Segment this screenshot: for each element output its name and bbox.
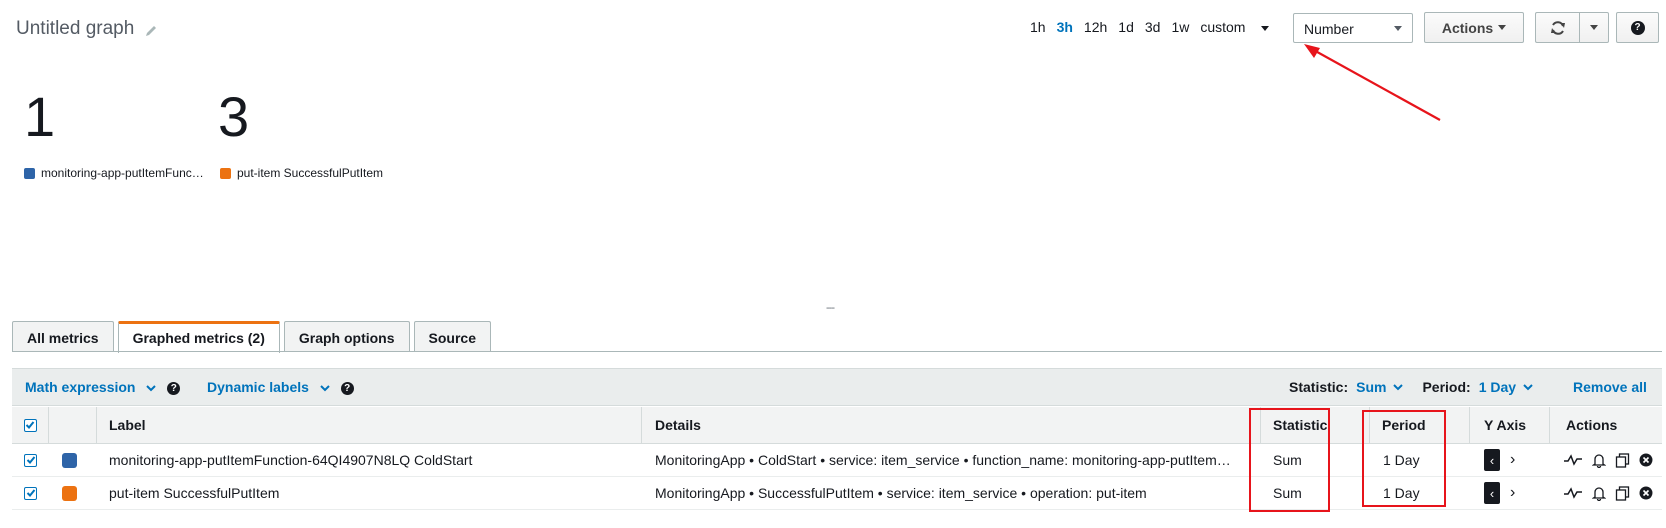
remove-all-link[interactable]: Remove all bbox=[1573, 379, 1647, 395]
question-icon: ? bbox=[1630, 20, 1645, 35]
annotation-box-period bbox=[1362, 410, 1446, 507]
actions-label: Actions bbox=[1441, 19, 1494, 36]
metric-value: 1 bbox=[24, 85, 56, 148]
tab-all-metrics[interactable]: All metrics bbox=[12, 321, 114, 352]
y-axis-left-button[interactable]: ‹ bbox=[1484, 482, 1500, 504]
actions-column-header: Actions bbox=[1566, 417, 1618, 433]
pencil-icon[interactable] bbox=[144, 24, 158, 38]
row-color-cell bbox=[62, 444, 77, 476]
row-y-axis: ‹ › bbox=[1484, 444, 1515, 476]
details-column-header[interactable]: Details bbox=[642, 407, 1261, 443]
chevron-down-icon bbox=[320, 385, 330, 392]
y-axis-column-header: Y Axis bbox=[1470, 407, 1550, 443]
time-range-3h[interactable]: 3h bbox=[1057, 19, 1073, 35]
color-column-header bbox=[49, 407, 97, 443]
copy-icon[interactable] bbox=[1615, 485, 1630, 501]
y-axis-right-button[interactable]: › bbox=[1510, 484, 1515, 502]
help-button[interactable]: ? bbox=[1616, 12, 1659, 43]
row-details: MonitoringApp • ColdStart • service: ite… bbox=[655, 452, 1231, 468]
row-label[interactable]: put-item SuccessfulPutItem bbox=[109, 477, 634, 509]
dynamic-labels-dropdown[interactable]: Dynamic labels ? bbox=[207, 379, 354, 395]
y-axis-right-button[interactable]: › bbox=[1510, 451, 1515, 469]
check-icon bbox=[26, 456, 35, 464]
time-range-1d[interactable]: 1d bbox=[1118, 19, 1134, 35]
caret-down-icon bbox=[1498, 25, 1507, 30]
row-actions bbox=[1563, 444, 1653, 476]
select-all-cell bbox=[12, 407, 49, 443]
copy-icon[interactable] bbox=[1615, 452, 1630, 468]
row-checkbox-cell bbox=[24, 444, 37, 476]
select-all-checkbox[interactable] bbox=[23, 418, 37, 432]
time-range-12h[interactable]: 12h bbox=[1084, 19, 1107, 35]
metrics-toolbar: Math expression ? Dynamic labels ? Stati… bbox=[12, 368, 1662, 406]
check-icon bbox=[25, 421, 35, 429]
caret-down-icon bbox=[1394, 26, 1402, 31]
math-expression-label: Math expression bbox=[25, 379, 136, 395]
row-details: MonitoringApp • SuccessfulPutItem • serv… bbox=[655, 485, 1147, 501]
legend-color-swatch bbox=[24, 167, 35, 179]
statistic-selector: Statistic: Sum Period: 1 Day bbox=[1289, 379, 1534, 395]
period-label: Period: bbox=[1422, 379, 1471, 395]
y-axis-left-button[interactable]: ‹ bbox=[1484, 449, 1500, 471]
view-type-select[interactable]: Number bbox=[1293, 13, 1413, 43]
refresh-icon bbox=[1551, 20, 1565, 35]
bell-icon[interactable] bbox=[1592, 453, 1606, 468]
time-range-3d[interactable]: 3d bbox=[1145, 19, 1161, 35]
row-y-axis: ‹ › bbox=[1484, 477, 1515, 509]
chevron-down-icon bbox=[146, 385, 157, 392]
remove-icon[interactable] bbox=[1639, 486, 1653, 500]
label-column-header[interactable]: Label bbox=[97, 407, 642, 443]
annotation-arrow bbox=[1304, 44, 1441, 121]
actions-button[interactable]: Actions bbox=[1424, 12, 1524, 43]
row-color-cell bbox=[62, 477, 77, 509]
graph-icon[interactable] bbox=[1563, 486, 1583, 500]
row-checkbox[interactable] bbox=[24, 486, 37, 500]
period-dropdown[interactable]: 1 Day bbox=[1479, 379, 1516, 395]
resize-handle[interactable]: --- bbox=[826, 302, 835, 314]
time-range-selector: 1h 3h 12h 1d 3d 1w custom bbox=[1030, 19, 1280, 35]
graph-title: Untitled graph bbox=[16, 18, 135, 39]
bell-icon[interactable] bbox=[1592, 486, 1606, 501]
tab-graph-options[interactable]: Graph options bbox=[283, 321, 410, 352]
row-checkbox[interactable] bbox=[24, 453, 37, 467]
time-range-1w[interactable]: 1w bbox=[1171, 19, 1189, 35]
statistic-label: Statistic: bbox=[1289, 379, 1349, 395]
tab-bar: All metrics Graphed metrics (2) Graph op… bbox=[12, 321, 495, 353]
legend-label: put-item SuccessfulPutItem bbox=[237, 166, 384, 180]
refresh-options-button[interactable] bbox=[1579, 12, 1609, 43]
legend-item[interactable]: put-item SuccessfulPutItem bbox=[220, 166, 383, 180]
tab-graphed-metrics[interactable]: Graphed metrics (2) bbox=[117, 321, 280, 353]
chevron-down-icon bbox=[1393, 384, 1404, 391]
check-icon bbox=[26, 489, 35, 497]
time-range-custom[interactable]: custom bbox=[1200, 19, 1270, 35]
help-icon[interactable]: ? bbox=[340, 381, 354, 395]
annotation-box-statistic bbox=[1249, 408, 1330, 512]
series-color-swatch[interactable] bbox=[62, 485, 77, 501]
series-color-swatch[interactable] bbox=[62, 452, 77, 468]
statistic-dropdown[interactable]: Sum bbox=[1356, 379, 1386, 395]
dynamic-labels-label: Dynamic labels bbox=[207, 379, 309, 395]
remove-icon[interactable] bbox=[1639, 453, 1653, 467]
row-label[interactable]: monitoring-app-putItemFunction-64QI4907N… bbox=[109, 444, 634, 476]
chevron-down-icon bbox=[1523, 384, 1533, 391]
row-actions bbox=[1563, 477, 1653, 509]
metric-value: 3 bbox=[218, 85, 250, 148]
caret-down-icon bbox=[1261, 25, 1270, 31]
custom-label: custom bbox=[1200, 19, 1246, 35]
legend-color-swatch bbox=[220, 167, 231, 179]
math-expression-dropdown[interactable]: Math expression ? bbox=[25, 379, 181, 395]
legend-label: monitoring-app-putItemFunc… bbox=[41, 166, 204, 180]
help-icon[interactable]: ? bbox=[167, 381, 181, 395]
tab-source[interactable]: Source bbox=[413, 321, 491, 352]
divider bbox=[12, 351, 1662, 352]
caret-down-icon bbox=[1590, 25, 1598, 30]
view-type-value: Number bbox=[1304, 21, 1354, 37]
legend-item[interactable]: monitoring-app-putItemFunc… bbox=[24, 166, 204, 180]
graph-icon[interactable] bbox=[1563, 453, 1583, 467]
refresh-button[interactable] bbox=[1535, 12, 1580, 43]
row-checkbox-cell bbox=[24, 477, 37, 509]
time-range-1h[interactable]: 1h bbox=[1030, 19, 1046, 35]
